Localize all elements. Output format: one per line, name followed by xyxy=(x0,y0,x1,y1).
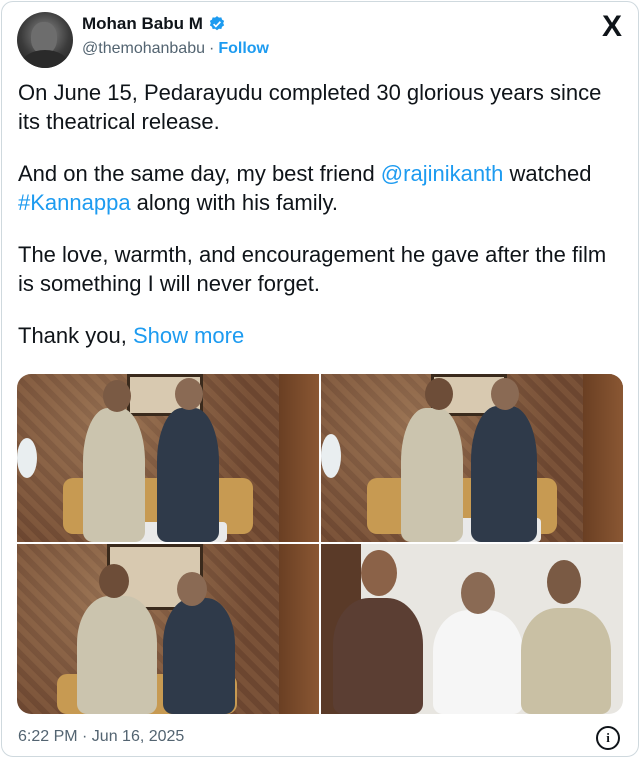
media-photo-1[interactable] xyxy=(17,374,319,542)
separator-dot: · xyxy=(209,40,215,57)
tweet-text-span: along with his family. xyxy=(130,190,339,215)
person-figure xyxy=(163,598,235,714)
tweet-paragraph-2: And on the same day, my best friend @raj… xyxy=(18,159,618,217)
verified-badge-icon xyxy=(209,16,225,31)
tweet-card: Mohan Babu M @themohanbabu · Follow X On… xyxy=(1,1,639,757)
media-photo-2[interactable] xyxy=(321,374,623,542)
person-head xyxy=(547,560,581,604)
person-figure xyxy=(521,608,611,714)
avatar-shoulders xyxy=(21,50,69,68)
person-head xyxy=(425,378,453,410)
author-handle[interactable]: @themohanbabu xyxy=(82,40,205,58)
tweet-paragraph-4: Thank you, Show more xyxy=(18,321,618,350)
person-head xyxy=(175,378,203,410)
photo-curtain xyxy=(279,544,319,714)
author-name-row: Mohan Babu M xyxy=(82,14,226,34)
author-handle-row: @themohanbabu · Follow xyxy=(82,40,269,58)
media-grid xyxy=(17,374,623,714)
tweet-paragraph-3: The love, warmth, and encouragement he g… xyxy=(18,242,607,296)
person-figure xyxy=(471,406,537,542)
person-figure xyxy=(401,408,463,542)
photo-curtain xyxy=(583,374,623,542)
follow-button[interactable]: Follow xyxy=(218,40,269,58)
flowers xyxy=(17,438,37,478)
tweet-text-span: watched xyxy=(503,161,592,186)
tweet-text-span: And on the same day, my best friend xyxy=(18,161,381,186)
info-icon[interactable]: i xyxy=(596,726,620,750)
person-head xyxy=(103,380,131,412)
person-figure xyxy=(83,408,145,542)
person-head xyxy=(177,572,207,606)
x-logo-icon[interactable]: X xyxy=(602,12,622,42)
person-head xyxy=(361,550,397,596)
tweet-text: On June 15, Pedarayudu completed 30 glor… xyxy=(18,78,618,373)
tweet-timestamp[interactable]: 6:22 PM · Jun 16, 2025 xyxy=(18,728,184,746)
hashtag-link[interactable]: #Kannappa xyxy=(18,190,131,215)
tweet-paragraph-1: On June 15, Pedarayudu completed 30 glor… xyxy=(18,80,602,134)
person-head xyxy=(461,572,495,614)
person-head xyxy=(491,378,519,410)
flowers xyxy=(321,434,341,478)
tweet-text-span: Thank you, xyxy=(18,323,133,348)
media-photo-3[interactable] xyxy=(17,544,319,714)
person-figure xyxy=(77,596,157,714)
person-figure xyxy=(157,408,219,542)
mention-link[interactable]: @rajinikanth xyxy=(381,161,504,186)
author-name[interactable]: Mohan Babu M xyxy=(82,14,203,34)
media-photo-4[interactable] xyxy=(321,544,623,714)
person-figure xyxy=(333,598,423,714)
person-figure xyxy=(433,610,523,714)
photo-curtain xyxy=(279,374,319,542)
person-head xyxy=(99,564,129,598)
avatar[interactable] xyxy=(17,12,73,68)
show-more-link[interactable]: Show more xyxy=(133,323,244,348)
